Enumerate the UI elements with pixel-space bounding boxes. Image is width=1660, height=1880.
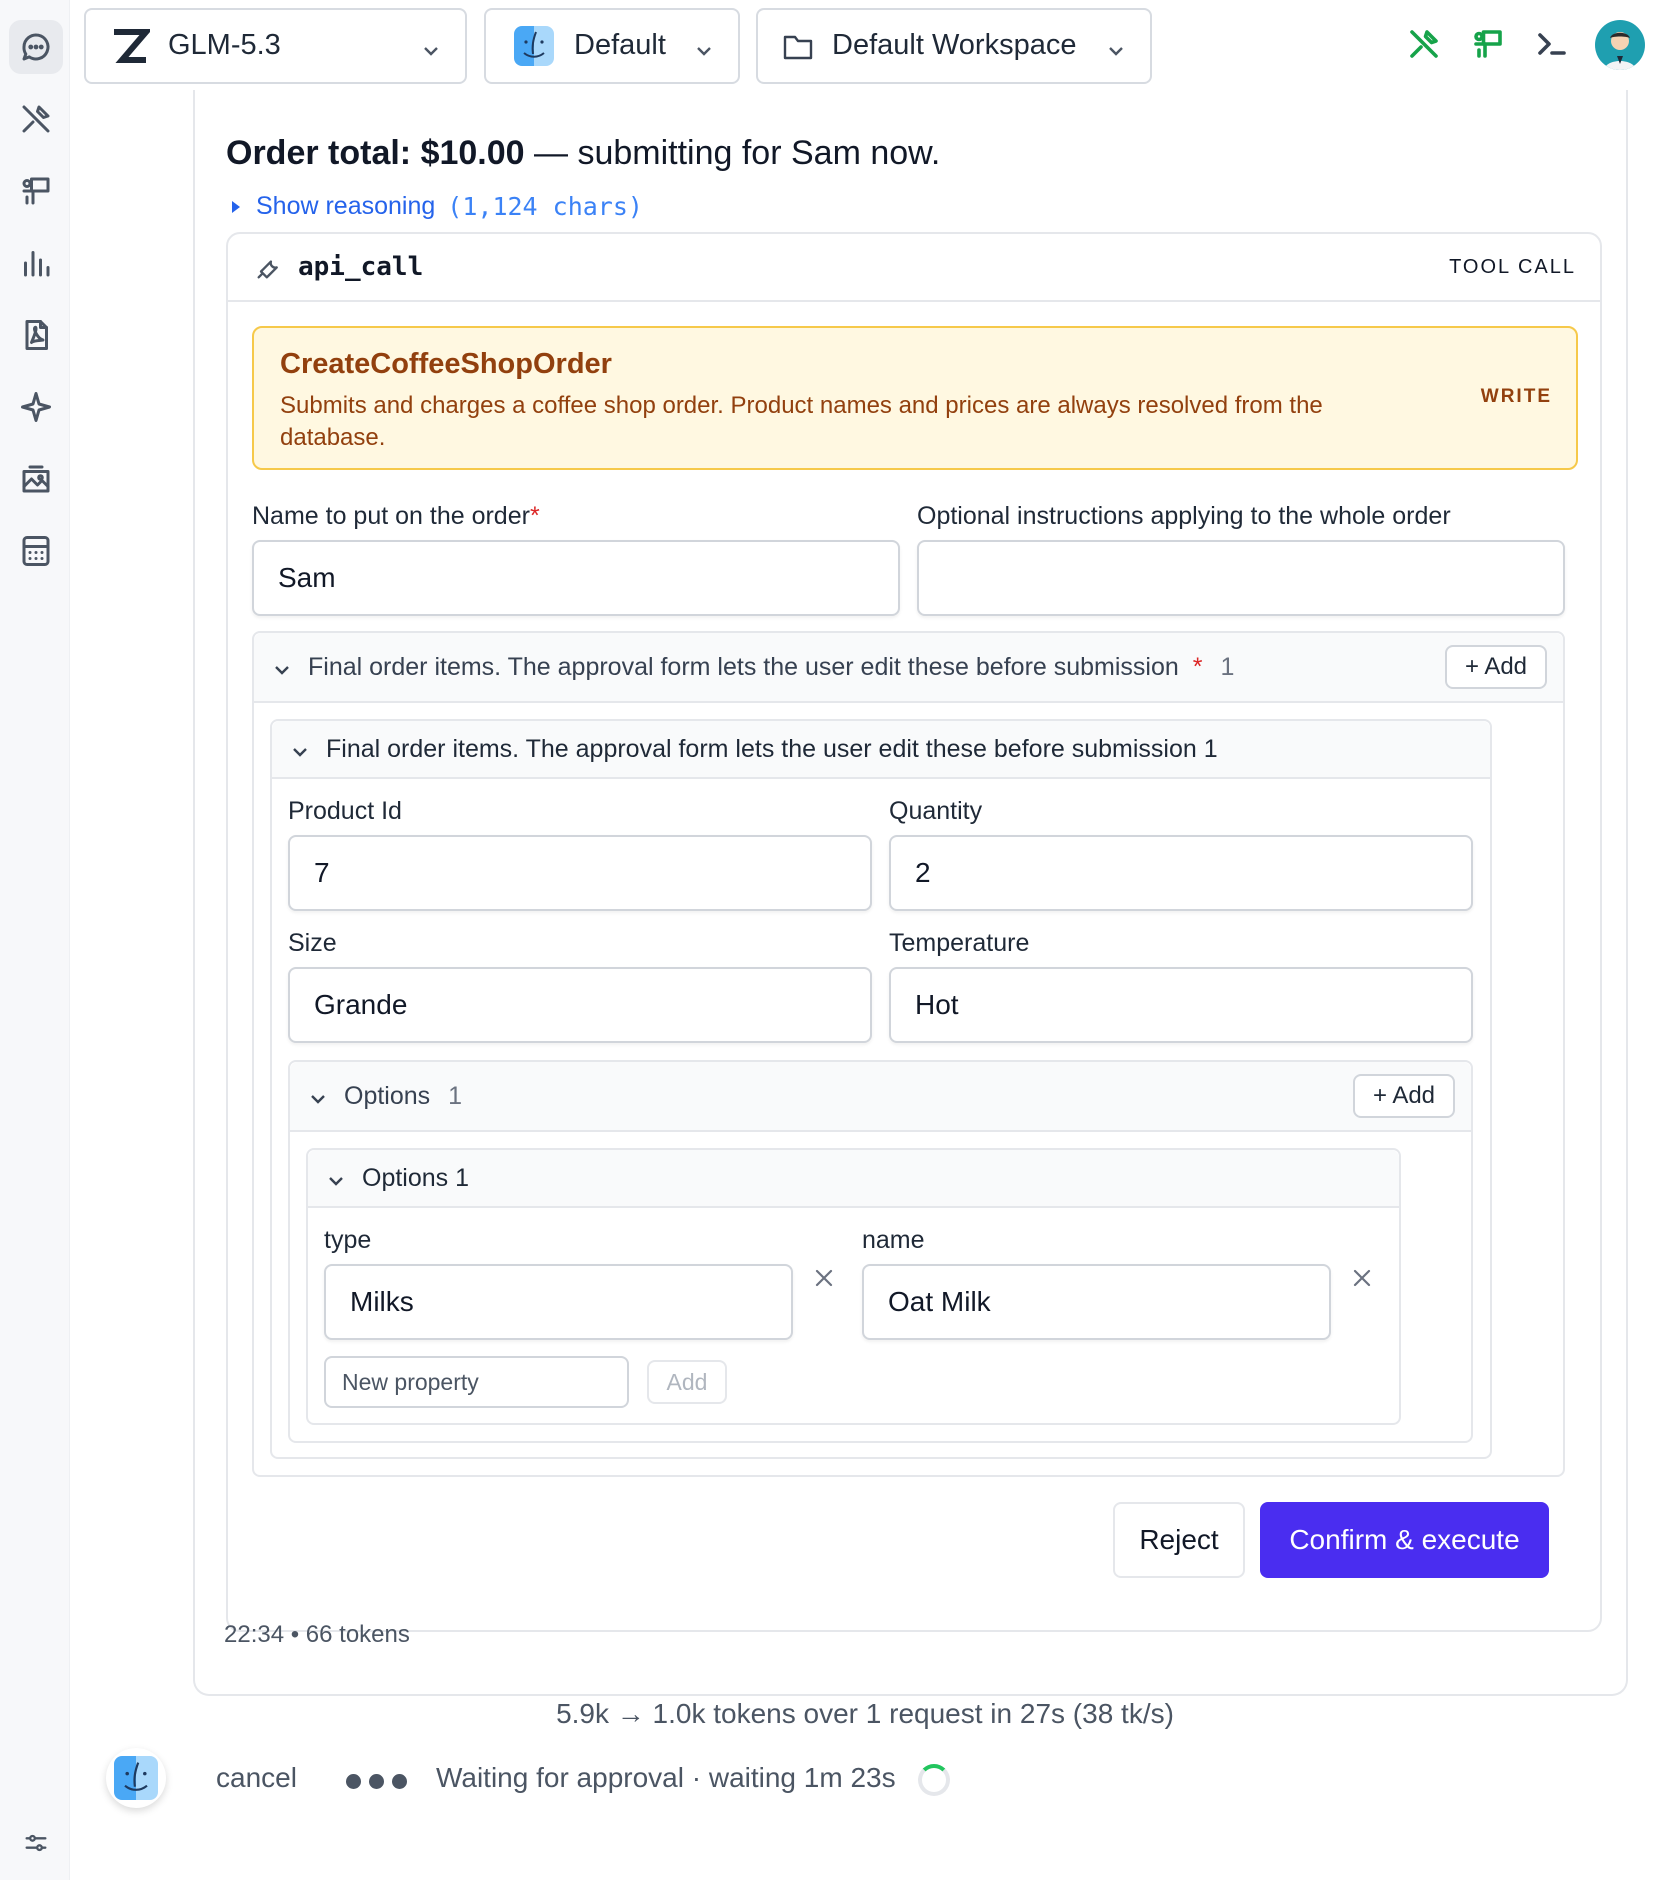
- cancel-link[interactable]: cancel: [216, 1762, 297, 1794]
- finder-icon: [514, 26, 554, 66]
- presentation-toggle-icon[interactable]: [1470, 26, 1506, 62]
- new-property-add-button[interactable]: Add: [647, 1360, 727, 1404]
- tools-toggle-icon[interactable]: [1406, 26, 1442, 62]
- options-count: 1: [448, 1082, 463, 1110]
- tool-call-header: api_call TOOL CALL: [228, 234, 1600, 302]
- zhipu-logo-icon: [110, 28, 153, 64]
- waiting-status: Waiting for approval · waiting 1m 23s: [436, 1762, 896, 1793]
- chevron-down-icon: [272, 658, 292, 678]
- model-label: GLM-5.3: [168, 29, 281, 61]
- add-option-button[interactable]: + Add: [1353, 1074, 1455, 1118]
- add-order-item-button[interactable]: + Add: [1445, 645, 1547, 689]
- left-rail: [0, 0, 70, 1880]
- temperature-label: Temperature: [889, 929, 1030, 957]
- loading-spinner-icon: [918, 1764, 950, 1796]
- sliders-icon[interactable]: [9, 1816, 63, 1870]
- instructions-label: Optional instructions applying to the wh…: [917, 502, 1451, 530]
- finder-icon: [114, 1756, 158, 1800]
- option-name-label: name: [862, 1226, 925, 1254]
- image-gallery-icon[interactable]: [9, 452, 63, 506]
- temperature-input[interactable]: Hot: [889, 967, 1473, 1043]
- tool-call-tag: TOOL CALL: [1449, 256, 1576, 278]
- options-toggle[interactable]: Options 1: [308, 1082, 462, 1111]
- workspace-label: Default Workspace: [832, 29, 1077, 61]
- items-count: 1: [1220, 653, 1235, 681]
- product-id-label: Product Id: [288, 797, 402, 825]
- new-property-input[interactable]: New property: [324, 1356, 629, 1408]
- token-usage-summary: 5.9k → 1.0k tokens over 1 request in 27s…: [556, 1698, 1174, 1729]
- tool-name: api_call: [298, 252, 424, 282]
- quantity-input[interactable]: 2: [889, 835, 1473, 911]
- chevron-down-icon: [308, 1087, 328, 1107]
- option-type-input[interactable]: Milks: [324, 1264, 793, 1340]
- presentation-icon[interactable]: [9, 164, 63, 218]
- caret-right-icon: [232, 200, 240, 213]
- model-selector[interactable]: GLM-5.3: [84, 8, 467, 84]
- size-input[interactable]: Grande: [288, 967, 872, 1043]
- agent-avatar: [106, 1748, 166, 1808]
- option-type-label: type: [324, 1226, 372, 1254]
- size-label: Size: [288, 929, 337, 957]
- pdf-icon[interactable]: [9, 308, 63, 362]
- instructions-input[interactable]: [917, 540, 1565, 616]
- chevron-down-icon: [290, 740, 310, 760]
- chevron-down-icon: [326, 1169, 346, 1189]
- chevron-down-icon: [694, 36, 714, 56]
- sparkle-icon[interactable]: [9, 380, 63, 434]
- tools-icon[interactable]: [9, 92, 63, 146]
- calculator-icon[interactable]: [9, 524, 63, 578]
- chevron-down-icon: [421, 36, 441, 56]
- terminal-icon[interactable]: [1534, 26, 1570, 62]
- chart-icon[interactable]: [9, 236, 63, 290]
- option-name-input[interactable]: Oat Milk: [862, 1264, 1331, 1340]
- confirm-execute-button[interactable]: Confirm & execute: [1260, 1502, 1549, 1578]
- folder-icon: [782, 32, 814, 62]
- order-total-heading: Order total: $10.00 — submitting for Sam…: [226, 134, 941, 172]
- order-name-input[interactable]: Sam: [252, 540, 900, 616]
- chevron-down-icon: [1106, 36, 1126, 56]
- remove-name-close-icon[interactable]: [1350, 1266, 1374, 1290]
- write-badge: WRITE: [1480, 386, 1552, 407]
- profile-selector[interactable]: Default: [484, 8, 740, 84]
- option-item-toggle[interactable]: Options 1: [326, 1164, 469, 1193]
- remove-type-close-icon[interactable]: [812, 1266, 836, 1290]
- show-reasoning-toggle[interactable]: Show reasoning (1,124 chars): [232, 192, 643, 221]
- quantity-label: Quantity: [889, 797, 983, 825]
- typing-dots-icon: [346, 1774, 407, 1789]
- operation-warning-box: CreateCoffeeShopOrder Submits and charge…: [252, 326, 1578, 470]
- chat-icon[interactable]: [9, 20, 63, 74]
- order-item-toggle[interactable]: Final order items. The approval form let…: [290, 735, 1218, 764]
- wrench-icon: [254, 254, 282, 282]
- profile-label: Default: [574, 29, 666, 61]
- reject-button[interactable]: Reject: [1113, 1502, 1245, 1578]
- order-items-toggle[interactable]: Final order items. The approval form let…: [272, 653, 1234, 682]
- operation-description: Submits and charges a coffee shop order.…: [280, 392, 1323, 451]
- product-id-input[interactable]: 7: [288, 835, 872, 911]
- message-meta: 22:34 • 66 tokens: [224, 1621, 410, 1648]
- operation-title: CreateCoffeeShopOrder: [280, 348, 612, 380]
- workspace-selector[interactable]: Default Workspace: [756, 8, 1152, 84]
- avatar[interactable]: [1595, 20, 1645, 70]
- order-name-label: Name to put on the order*: [252, 502, 540, 530]
- reasoning-char-count: (1,124 chars): [447, 192, 643, 221]
